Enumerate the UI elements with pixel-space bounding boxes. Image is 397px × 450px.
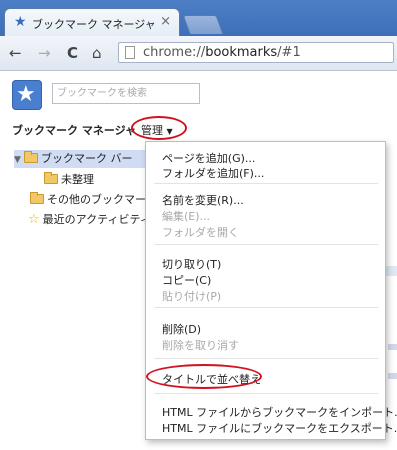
- url-scheme: chrome://: [143, 45, 206, 60]
- list-edge-mark: [388, 373, 397, 379]
- new-tab-button[interactable]: [182, 15, 224, 34]
- menu-item-paste: 貼り付け(P): [162, 290, 222, 303]
- tree-item-label: 未整理: [61, 173, 94, 186]
- menu-item-delete[interactable]: 削除(D): [162, 321, 201, 337]
- menu-item-export-html[interactable]: HTML ファイルにブックマークをエクスポート...: [162, 420, 397, 436]
- menu-item-edit: 編集(E)...: [162, 210, 211, 223]
- folder-icon: [44, 172, 58, 184]
- url-text: chrome://bookmarks/#1: [143, 45, 301, 60]
- toolbar: ← → C ⌂ chrome://bookmarks/#1: [0, 36, 397, 71]
- highlight-ring-sort: [146, 364, 262, 389]
- folder-icon: [30, 192, 44, 204]
- url-path: /#1: [277, 45, 301, 60]
- tree-item-recent-activity[interactable]: ☆ 最近のアクティビティ: [28, 211, 151, 229]
- menu-separator: [154, 393, 378, 394]
- close-icon[interactable]: ×: [160, 14, 171, 29]
- menu-item-copy[interactable]: コピー(C): [162, 272, 211, 288]
- back-arrow-icon[interactable]: ←: [9, 44, 22, 62]
- tree-item-other-bookmarks[interactable]: その他のブックマーク: [30, 191, 157, 209]
- forward-arrow-icon[interactable]: →: [38, 44, 51, 62]
- tree-item-label: その他のブックマーク: [47, 193, 157, 206]
- menu-item-undo-delete: 削除を取り消す: [162, 339, 239, 352]
- menu-item-add-folder[interactable]: フォルダを追加(F)...: [162, 165, 264, 181]
- menu-item-add-page[interactable]: ページを追加(G)...: [162, 150, 255, 166]
- star-icon: ☆: [28, 212, 40, 227]
- expand-triangle-icon[interactable]: ▼: [14, 155, 24, 165]
- menu-separator: [154, 307, 378, 308]
- tree-item-unsorted[interactable]: 未整理: [44, 171, 94, 189]
- reload-icon[interactable]: C: [67, 44, 78, 62]
- menu-separator: [154, 183, 378, 184]
- menu-item-import-html[interactable]: HTML ファイルからブックマークをインポート...: [162, 404, 397, 420]
- address-bar[interactable]: chrome://bookmarks/#1: [118, 42, 394, 63]
- tab-bookmark-manager[interactable]: ★ ブックマーク マネージャ ×: [4, 8, 180, 36]
- menu-separator: [154, 358, 378, 359]
- menu-item-open-folder: フォルダを開く: [162, 226, 239, 239]
- header-bar: ブックマーク マネージャ 管理 ▼: [0, 117, 397, 141]
- page-title: ブックマーク マネージャ: [12, 124, 137, 137]
- search-input[interactable]: [52, 83, 200, 104]
- star-icon: ★: [14, 14, 27, 30]
- tree-item-label: ブックマーク バー: [41, 152, 133, 165]
- tab-title: ブックマーク マネージャ: [32, 18, 156, 31]
- menu-item-rename[interactable]: 名前を変更(R)...: [162, 192, 244, 208]
- folder-open-icon: [24, 151, 38, 163]
- home-icon[interactable]: ⌂: [92, 44, 102, 62]
- highlight-ring-organize: [131, 116, 187, 140]
- tab-strip: ★ ブックマーク マネージャ ×: [0, 0, 397, 36]
- organize-dropdown-menu: ページを追加(G)... フォルダを追加(F)... 名前を変更(R)... 編…: [145, 141, 397, 440]
- list-edge-mark: [388, 344, 397, 350]
- page-icon: [125, 46, 135, 59]
- menu-item-cut[interactable]: 切り取り(T): [162, 256, 221, 272]
- menu-separator: [154, 244, 378, 245]
- url-host: bookmarks: [205, 45, 278, 60]
- tree-item-label: 最近のアクティビティ: [42, 213, 151, 226]
- tree-item-bookmarks-bar[interactable]: ▼ ブックマーク バー: [14, 150, 160, 168]
- bookmark-star-logo: ★: [12, 80, 42, 110]
